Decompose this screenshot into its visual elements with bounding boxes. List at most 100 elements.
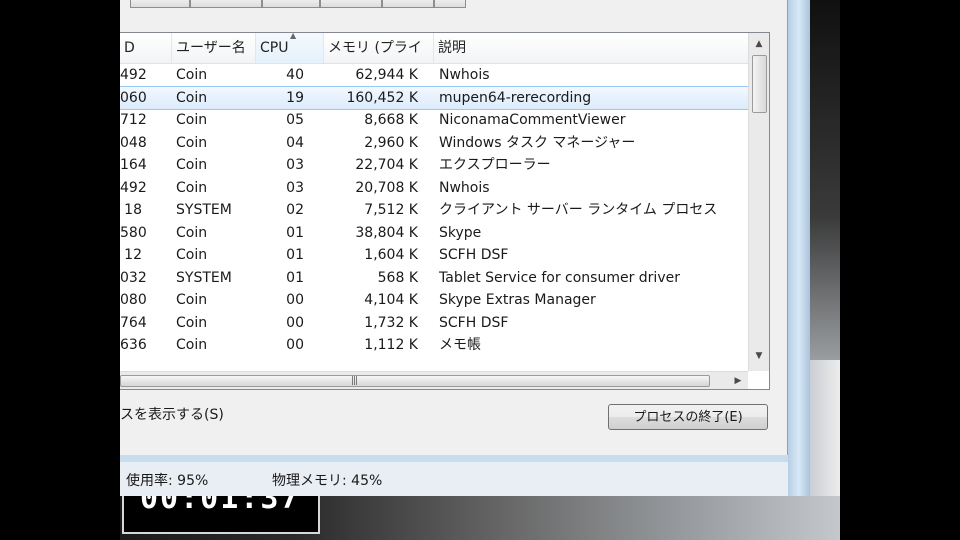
tab-networking[interactable] — [382, 0, 434, 8]
end-process-button[interactable]: プロセスの終了(E) — [608, 404, 768, 430]
user-cell: Coin — [176, 112, 208, 128]
description-cell: Nwhois — [439, 67, 490, 83]
tab-processes[interactable] — [190, 0, 262, 8]
show-all-processes-checkbox-label[interactable]: スを表示する(S) — [120, 404, 224, 424]
process-row[interactable]: 080 Coin 00 4,104 K Skype Extras Manager — [120, 289, 748, 312]
cpu-cell: 00 — [286, 292, 304, 308]
recording-timer: 00:01:37 — [122, 496, 320, 534]
user-cell: Coin — [176, 134, 208, 151]
user-cell: Coin — [176, 89, 208, 106]
column-memory-label: メモリ (プライ — [328, 40, 422, 56]
user-cell: Coin — [176, 292, 208, 308]
horizontal-scroll-thumb[interactable]: ||| — [120, 375, 710, 387]
tab-performance[interactable] — [320, 0, 382, 8]
pid-cell: 048 — [120, 134, 147, 151]
process-list[interactable]: D ユーザー名 CPU メモリ (プライ 説明 ▲ 492 Coin 40 62,94… — [120, 32, 770, 390]
user-cell: Coin — [176, 224, 208, 241]
process-row[interactable]: 12 Coin 01 1,604 K SCFH DSF — [120, 244, 748, 267]
status-bar: 使用率: 95% 物理メモリ: 45% — [120, 462, 788, 496]
column-user[interactable]: ユーザー名 — [172, 33, 256, 63]
process-row[interactable]: 048 Coin 04 2,960 K Windows タスク マネージャー — [120, 132, 748, 155]
column-description-label: 説明 — [438, 40, 466, 56]
user-cell: Coin — [176, 247, 208, 263]
description-cell: エクスプローラー — [439, 157, 551, 173]
tab-applications[interactable] — [130, 0, 190, 8]
pid-cell: 580 — [120, 224, 147, 241]
memory-cell: 8,668 K — [364, 112, 418, 128]
tab-services[interactable] — [262, 0, 320, 8]
user-cell: SYSTEM — [176, 269, 232, 286]
description-cell: Nwhois — [439, 179, 490, 196]
memory-cell: 568 K — [377, 269, 418, 286]
description-cell: NiconamaCommentViewer — [439, 112, 626, 128]
pid-cell: 060 — [120, 89, 147, 106]
pid-cell: 636 — [120, 337, 147, 353]
processes-panel: D ユーザー名 CPU メモリ (プライ 説明 ▲ 492 Coin 40 62,94… — [120, 0, 788, 455]
pid-cell: 080 — [120, 292, 147, 308]
user-cell: Coin — [176, 314, 208, 331]
pid-cell: 18 — [124, 202, 142, 218]
description-cell: SCFH DSF — [439, 247, 509, 263]
column-cpu-label: CPU — [260, 40, 289, 56]
user-cell: SYSTEM — [176, 202, 232, 218]
column-header: D ユーザー名 CPU メモリ (プライ 説明 ▲ — [120, 33, 748, 64]
scroll-right-arrow-icon[interactable]: ▶ — [728, 372, 748, 389]
process-row[interactable]: 060 Coin 19 160,452 K mupen64-rerecording — [120, 85, 749, 110]
description-cell: メモ帳 — [439, 337, 481, 353]
cpu-cell: 00 — [286, 337, 304, 353]
description-cell: Windows タスク マネージャー — [439, 134, 636, 151]
memory-cell: 20,708 K — [355, 179, 418, 196]
process-row[interactable]: 764 Coin 00 1,732 K SCFH DSF — [120, 312, 748, 335]
process-row[interactable]: 492 Coin 03 20,708 K Nwhois — [120, 177, 748, 200]
process-row[interactable]: 580 Coin 01 38,804 K Skype — [120, 222, 748, 245]
column-pid[interactable]: D — [120, 33, 172, 63]
column-pid-label: D — [124, 40, 135, 56]
memory-cell: 38,804 K — [355, 224, 418, 241]
vertical-scrollbar[interactable]: ▲ ▼ — [748, 33, 769, 371]
scroll-down-arrow-icon[interactable]: ▼ — [749, 347, 769, 365]
vertical-scroll-thumb[interactable] — [752, 55, 767, 113]
window-frame — [788, 0, 810, 496]
pid-cell: 032 — [120, 269, 147, 286]
pid-cell: 764 — [120, 314, 147, 331]
column-description[interactable]: 説明 — [434, 33, 748, 63]
description-cell: mupen64-rerecording — [439, 89, 592, 106]
tab-users[interactable] — [434, 0, 466, 8]
description-cell: Skype — [439, 224, 482, 241]
process-rows: 492 Coin 40 62,944 K Nwhois 060 Coin 19 160,452… — [120, 64, 749, 357]
pid-cell: 12 — [124, 247, 142, 263]
process-row[interactable]: 712 Coin 05 8,668 K NiconamaCommentViewer — [120, 109, 748, 132]
cpu-cell: 05 — [286, 112, 304, 128]
user-cell: Coin — [176, 157, 208, 173]
scroll-up-arrow-icon[interactable]: ▲ — [749, 35, 769, 53]
memory-cell: 1,112 K — [364, 337, 418, 353]
memory-cell: 2,960 K — [364, 134, 418, 151]
process-row[interactable]: 032 SYSTEM 01 568 K Tablet Service for consu… — [120, 267, 748, 290]
memory-cell: 62,944 K — [355, 67, 418, 83]
task-manager-window: D ユーザー名 CPU メモリ (プライ 説明 ▲ 492 Coin 40 62,94… — [120, 0, 810, 496]
grip-icon: ||| — [351, 376, 358, 386]
cpu-cell: 03 — [286, 157, 304, 173]
memory-cell: 1,604 K — [364, 247, 418, 263]
pid-cell: 712 — [120, 112, 147, 128]
user-cell: Coin — [176, 179, 208, 196]
process-row[interactable]: 636 Coin 00 1,112 K メモ帳 — [120, 334, 748, 357]
memory-cell: 4,104 K — [364, 292, 418, 308]
timer-text: 00:01:37 — [140, 496, 301, 516]
user-cell: Coin — [176, 67, 208, 83]
memory-cell: 7,512 K — [364, 202, 418, 218]
pid-cell: 492 — [120, 179, 147, 196]
column-memory[interactable]: メモリ (プライ — [324, 33, 434, 63]
letterbox-right — [840, 0, 960, 540]
horizontal-scrollbar[interactable]: ||| ▶ — [120, 371, 748, 389]
memory-cell: 22,704 K — [355, 157, 418, 173]
sort-arrow-icon: ▲ — [290, 32, 297, 40]
pid-cell: 492 — [120, 67, 147, 83]
process-row[interactable]: 492 Coin 40 62,944 K Nwhois — [120, 64, 748, 87]
user-cell: Coin — [176, 337, 208, 353]
process-row[interactable]: 18 SYSTEM 02 7,512 K クライアント サーバー ランタイム プロセス — [120, 199, 748, 222]
description-cell: クライアント サーバー ランタイム プロセス — [439, 202, 718, 218]
cpu-cell: 02 — [286, 202, 304, 218]
process-row[interactable]: 164 Coin 03 22,704 K エクスプローラー — [120, 154, 748, 177]
physical-memory-status: 物理メモリ: 45% — [272, 473, 383, 489]
